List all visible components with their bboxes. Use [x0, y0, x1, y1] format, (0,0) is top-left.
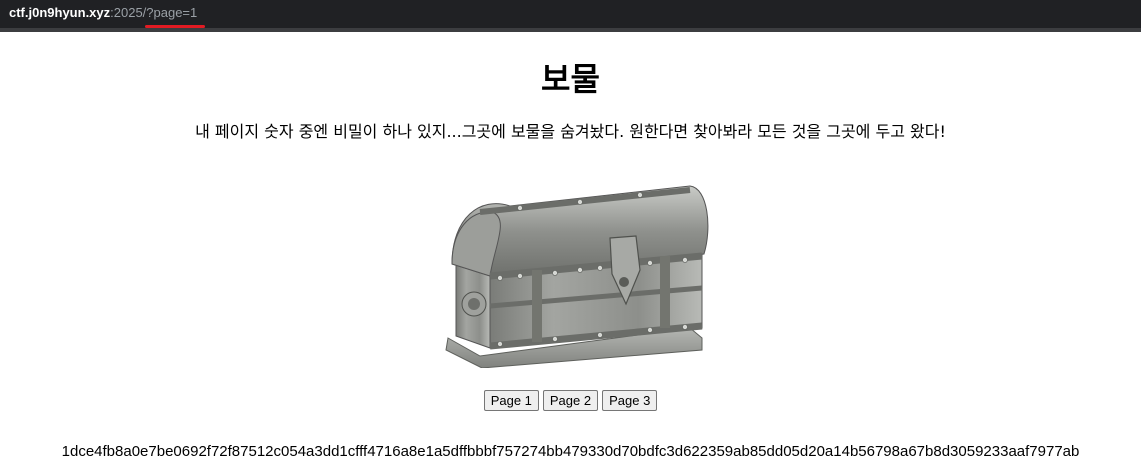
page-content: 보물 내 페이지 숫자 중엔 비밀이 하나 있지...그곳에 보물을 숨겨놨다.…	[0, 32, 1141, 471]
url-host: ctf.j0n9hyun.xyz	[9, 5, 111, 20]
url-text[interactable]: ctf.j0n9hyun.xyz:2025/?page=1	[9, 5, 197, 20]
page-description: 내 페이지 숫자 중엔 비밀이 하나 있지...그곳에 보물을 숨겨놨다. 원한…	[195, 122, 946, 141]
page-2-button[interactable]: Page 2	[542, 390, 599, 411]
address-bar[interactable]: ctf.j0n9hyun.xyz:2025/?page=1	[0, 0, 1141, 32]
page-1-button[interactable]: Page 1	[483, 390, 539, 411]
page-3-button[interactable]: Page 3	[602, 390, 658, 411]
page-navigation: Page 1 Page 2 Page 3	[0, 390, 1141, 411]
page-hash-text: 1dce4fb8a0e7be0692f72f87512c054a3dd1cfff…	[61, 443, 1080, 460]
treasure-chest-image	[445, 185, 709, 368]
url-highlight-underline	[145, 25, 205, 28]
page-title: 보물	[541, 60, 600, 98]
url-path: :2025/?page=1	[110, 5, 198, 20]
